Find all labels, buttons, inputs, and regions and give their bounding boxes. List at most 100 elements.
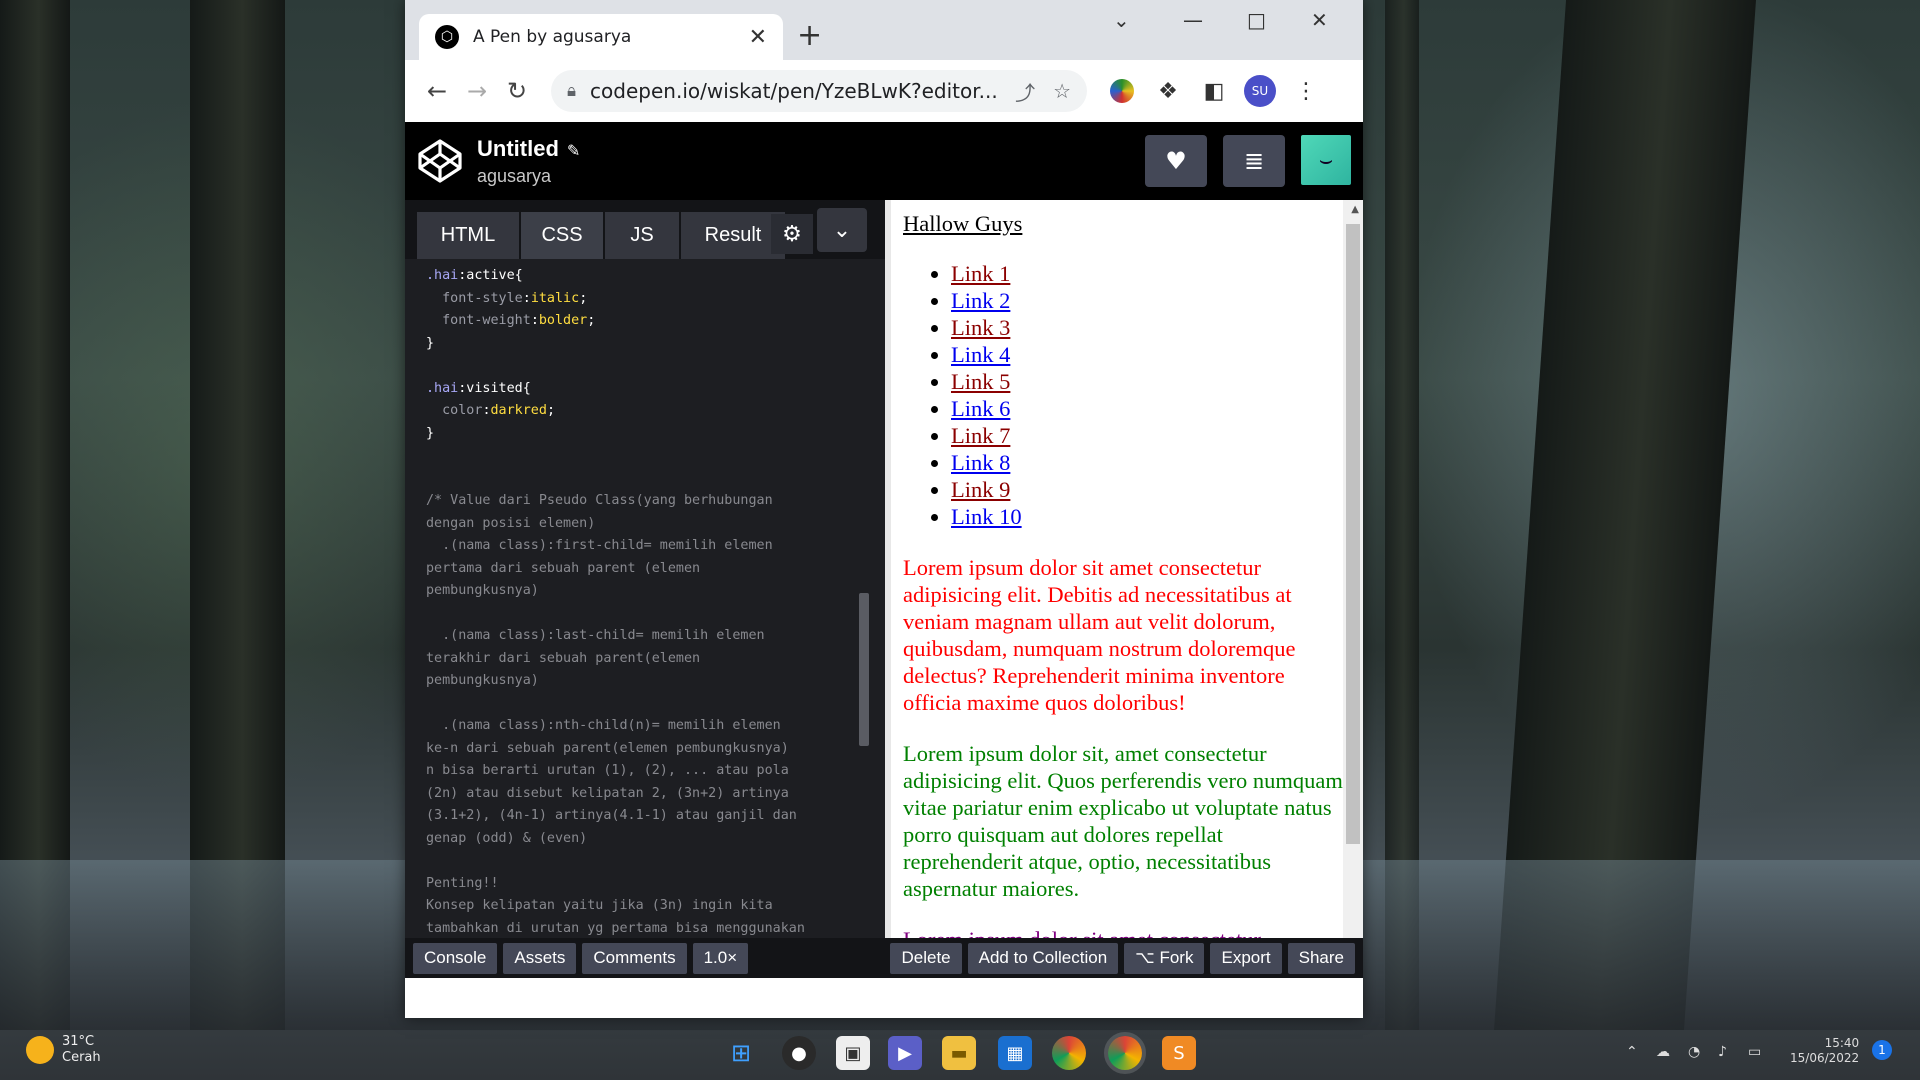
extension-globe-icon[interactable] <box>1099 79 1145 103</box>
export-button[interactable]: Export <box>1210 942 1282 974</box>
code-panel: HTML CSS JS Result ⚙ ⌄ .hai:active{ font… <box>405 200 885 978</box>
side-panel-icon[interactable]: ◧ <box>1191 79 1237 104</box>
browser-toolbar: ← → ↻ 🔒︎ codepen.io/wiskat/pen/YzeBLwK?e… <box>405 60 1363 122</box>
tab-html[interactable]: HTML <box>417 212 519 259</box>
codepen-logo-icon[interactable] <box>417 138 463 184</box>
result-paragraph: Lorem ipsum dolor sit, amet consectetur … <box>903 741 1343 901</box>
file-explorer-icon[interactable]: ▬ <box>942 1036 976 1070</box>
code-line: pertama dari sebuah parent (elemen <box>426 560 701 576</box>
list-item: Link 1 <box>951 260 1343 287</box>
chrome-icon[interactable] <box>1052 1036 1086 1070</box>
scroll-up-arrow-icon[interactable]: ▲ <box>1351 204 1359 215</box>
result-link[interactable]: Link 7 <box>951 423 1010 448</box>
menu-kebab-icon[interactable]: ⋮ <box>1283 79 1329 104</box>
result-link[interactable]: Link 4 <box>951 342 1010 367</box>
address-bar[interactable]: 🔒︎ codepen.io/wiskat/pen/YzeBLwK?editor.… <box>551 70 1087 112</box>
list-item: Link 9 <box>951 476 1343 503</box>
sublime-text-icon[interactable]: S <box>1162 1036 1196 1070</box>
result-link[interactable]: Link 8 <box>951 450 1010 475</box>
extensions-puzzle-icon[interactable]: ❖ <box>1145 79 1191 104</box>
chrome-profile-icon[interactable] <box>1104 1032 1146 1074</box>
list-item: Link 5 <box>951 368 1343 395</box>
cloud-icon[interactable]: ☁ <box>1656 1044 1670 1060</box>
edit-title-pencil-icon[interactable]: ✎ <box>567 141 580 160</box>
bookmark-star-icon[interactable]: ☆ <box>1053 79 1071 103</box>
tab-js[interactable]: JS <box>605 212 679 259</box>
forward-icon[interactable]: → <box>457 77 497 105</box>
weather-widget[interactable]: 31°C Cerah <box>26 1034 101 1066</box>
profile-avatar[interactable]: SU <box>1244 75 1276 107</box>
windows-start-icon[interactable]: ⊞ <box>724 1036 758 1070</box>
css-code-editor[interactable]: .hai:active{ font-style:italic; font-wei… <box>405 259 885 974</box>
share-icon[interactable]: ⤴ <box>1015 77 1035 106</box>
wifi-icon[interactable]: ◔ <box>1688 1044 1700 1060</box>
code-scrollbar[interactable] <box>859 593 869 746</box>
chat-icon[interactable]: ▶ <box>888 1036 922 1070</box>
code-line: .(nama class):last-child= memilih elemen <box>426 628 765 643</box>
link-list: Link 1Link 2Link 3Link 4Link 5Link 6Link… <box>903 260 1343 530</box>
console-button[interactable]: Console <box>413 942 498 974</box>
result-link[interactable]: Link 6 <box>951 396 1010 421</box>
code-line: dengan posisi elemen) <box>426 515 596 531</box>
clock[interactable]: 15:40 15/06/2022 <box>1790 1036 1859 1066</box>
user-avatar[interactable]: ⌣ <box>1301 135 1351 185</box>
fork-button[interactable]: ⌥ Fork <box>1124 942 1205 974</box>
code-line: tambahkan di urutan yg pertama bisa meng… <box>426 920 805 936</box>
browser-tab[interactable]: ⬡ A Pen by agusarya ✕ <box>419 14 783 60</box>
list-item: Link 10 <box>951 503 1343 530</box>
result-link[interactable]: Link 2 <box>951 288 1010 313</box>
codepen-favicon-icon: ⬡ <box>435 25 459 49</box>
result-link[interactable]: Link 9 <box>951 477 1010 502</box>
editor-area: HTML CSS JS Result ⚙ ⌄ .hai:active{ font… <box>405 200 1363 978</box>
url-text: codepen.io/wiskat/pen/YzeBLwK?editor... <box>590 79 998 103</box>
close-tab-icon[interactable]: ✕ <box>749 25 767 50</box>
smiley-face-icon: ⌣ <box>1318 147 1334 173</box>
tab-css[interactable]: CSS <box>521 212 603 259</box>
change-view-button[interactable]: ≣ <box>1223 135 1285 187</box>
tab-result[interactable]: Result <box>681 212 785 259</box>
tray-chevron-up-icon[interactable]: ⌃ <box>1626 1044 1638 1060</box>
code-line: genap (odd) & (even) <box>426 830 588 846</box>
editor-menu-chevron-down-icon[interactable]: ⌄ <box>817 208 867 252</box>
new-tab-icon[interactable]: + <box>797 18 822 53</box>
battery-icon[interactable]: ▭ <box>1748 1044 1761 1060</box>
code-line: pembungkusnya) <box>426 673 539 688</box>
pen-title[interactable]: Untitled <box>477 136 559 161</box>
assets-button[interactable]: Assets <box>503 942 577 974</box>
zoom-button[interactable]: 1.0× <box>692 942 749 974</box>
comments-button[interactable]: Comments <box>582 942 687 974</box>
weather-temp: 31°C <box>62 1034 95 1049</box>
result-link[interactable]: Link 5 <box>951 369 1010 394</box>
reload-icon[interactable]: ↻ <box>497 77 537 105</box>
share-button[interactable]: Share <box>1287 942 1355 974</box>
store-icon[interactable]: ▦ <box>998 1036 1032 1070</box>
back-icon[interactable]: ← <box>417 77 457 105</box>
list-item: Link 4 <box>951 341 1343 368</box>
delete-button[interactable]: Delete <box>890 942 962 974</box>
close-window-icon[interactable]: ✕ <box>1311 8 1328 32</box>
list-item: Link 6 <box>951 395 1343 422</box>
editor-settings-gear-icon[interactable]: ⚙ <box>771 214 813 254</box>
minimize-icon[interactable]: — <box>1183 8 1203 32</box>
code-line: .(nama class):first-child= memilih eleme… <box>426 538 773 553</box>
notification-badge[interactable]: 1 <box>1872 1040 1892 1060</box>
maximize-icon[interactable]: □ <box>1247 8 1266 32</box>
search-icon[interactable]: ● <box>782 1036 816 1070</box>
pen-author[interactable]: agusarya <box>477 166 580 187</box>
code-line: font-weight:bolder; <box>426 313 596 328</box>
volume-icon[interactable]: ♪ <box>1718 1044 1727 1060</box>
result-scroll-thumb[interactable] <box>1346 224 1360 844</box>
result-link[interactable]: Link 1 <box>951 261 1010 286</box>
love-heart-button[interactable]: ♥ <box>1145 135 1207 187</box>
result-link[interactable]: Link 3 <box>951 315 1010 340</box>
result-link[interactable]: Link 10 <box>951 504 1022 529</box>
add-to-collection-button[interactable]: Add to Collection <box>967 942 1119 974</box>
task-view-icon[interactable]: ▣ <box>836 1036 870 1070</box>
tab-search-icon[interactable]: ⌄ <box>1113 8 1130 32</box>
result-scrollbar[interactable]: ▲ ▼ <box>1343 200 1363 978</box>
